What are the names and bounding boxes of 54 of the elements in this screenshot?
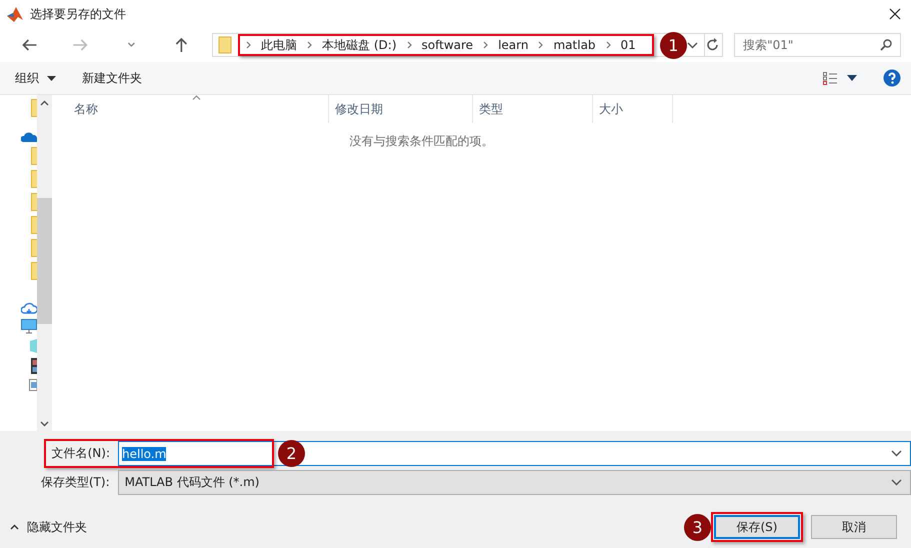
cancel-button[interactable]: 取消 [811, 515, 897, 539]
chevron-right-icon [307, 41, 312, 49]
cloud-outline-icon[interactable] [21, 302, 37, 314]
caret-icon [47, 76, 56, 80]
chevron-right-icon [246, 41, 252, 49]
breadcrumb-item[interactable]: 此电脑 [261, 36, 298, 54]
chevron-down-icon[interactable] [891, 450, 902, 457]
scroll-down-icon[interactable] [40, 421, 49, 427]
chevron-down-icon[interactable] [891, 479, 902, 486]
scroll-up-icon[interactable] [40, 100, 49, 106]
film-icon[interactable] [31, 358, 37, 374]
callout-marker: 1 [660, 32, 687, 58]
column-header[interactable]: 修改日期 [329, 95, 473, 123]
breadcrumb-item[interactable]: learn [498, 38, 528, 52]
search-icon[interactable] [880, 39, 892, 51]
save-button[interactable]: 保存(S) [714, 515, 800, 539]
column-header[interactable]: 大小 [593, 95, 673, 123]
address-bar[interactable]: 此电脑 本地磁盘 (D:) software learn matlab 01 1 [212, 33, 705, 57]
chevron-right-icon [606, 41, 611, 49]
folder-icon [218, 36, 232, 54]
file-type-dropdown[interactable]: MATLAB 代码文件 (*.m) [118, 470, 911, 495]
help-icon[interactable] [883, 69, 901, 87]
column-header[interactable]: 类型 [473, 95, 593, 123]
caret-icon[interactable] [847, 75, 857, 81]
picture-icon[interactable] [29, 379, 37, 391]
empty-message: 没有与搜索条件匹配的项。 [348, 133, 494, 150]
chevron-right-icon [483, 41, 488, 49]
hide-folders-button[interactable]: 隐藏文件夹 [4, 514, 93, 540]
breadcrumb-item[interactable]: software [422, 38, 474, 52]
scrollbar[interactable] [37, 95, 52, 431]
chevron-right-icon [406, 41, 412, 49]
refresh-icon [707, 38, 720, 52]
view-options-icon[interactable] [823, 72, 837, 84]
matlab-logo-icon [6, 5, 24, 23]
chevron-up-icon [10, 524, 19, 530]
breadcrumb-item[interactable]: matlab [553, 38, 596, 52]
cloud-icon[interactable] [21, 132, 37, 142]
close-icon[interactable] [889, 8, 901, 20]
new-folder-button[interactable]: 新建文件夹 [73, 66, 151, 90]
search-placeholder: 搜索"01" [743, 36, 794, 54]
column-header[interactable]: 名称 [52, 95, 329, 123]
monitor-icon[interactable] [21, 319, 37, 334]
scrollbar-thumb[interactable] [37, 198, 52, 324]
breadcrumb-item[interactable]: 本地磁盘 (D:) [322, 36, 397, 54]
refresh-button[interactable] [704, 33, 724, 57]
field-label: 文件名(N): [50, 445, 111, 462]
search-field[interactable]: 搜索"01" [734, 33, 902, 57]
chevron-down-icon[interactable] [686, 42, 698, 48]
breadcrumb-item[interactable]: 01 [620, 38, 636, 52]
callout-marker: 3 [684, 514, 711, 540]
chevron-right-icon [538, 41, 544, 49]
organize-menu-button[interactable]: 组织 [6, 66, 65, 90]
window-title: 选择要另存的文件 [30, 6, 126, 22]
field-label: 保存类型(T): [40, 474, 111, 491]
